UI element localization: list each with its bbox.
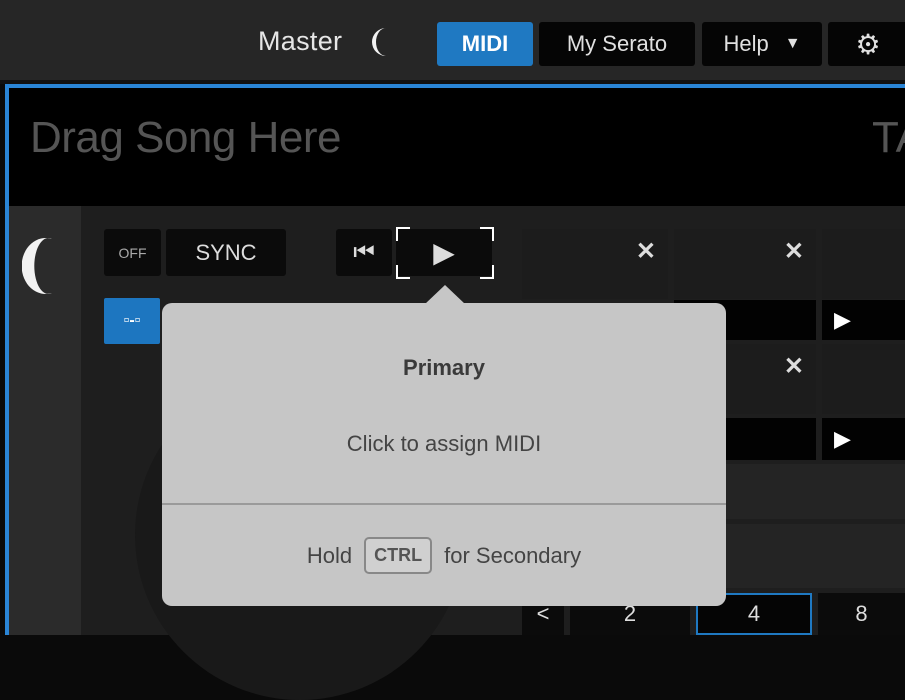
help-button[interactable]: Help ▼: [702, 22, 822, 66]
deck-right-label: TA: [872, 113, 905, 162]
midi-target-corner: [480, 265, 494, 279]
deck-volume-icon[interactable]: [22, 235, 62, 297]
popup-pointer: [425, 285, 465, 304]
midi-target-corner: [396, 265, 410, 279]
my-serato-button[interactable]: My Serato: [539, 22, 695, 66]
previous-track-button[interactable]: ⏮: [336, 229, 392, 276]
assign-midi-text: Click to assign MIDI: [346, 431, 542, 456]
cue-slot[interactable]: [822, 229, 905, 299]
chevron-down-icon: ▼: [784, 35, 801, 52]
play-icon: ▶: [433, 237, 455, 268]
off-label: OFF: [118, 244, 147, 261]
cue-slot[interactable]: ✕: [522, 229, 668, 299]
midi-button[interactable]: MIDI: [437, 22, 533, 66]
midi-target-corner: [480, 227, 494, 241]
cue-play-slot[interactable]: ▶: [822, 418, 905, 460]
help-label: Help: [723, 31, 769, 56]
midi-button-label: MIDI: [461, 31, 509, 56]
settings-button[interactable]: ⚙: [828, 22, 905, 66]
skip-back-icon: ⏮: [353, 238, 375, 266]
sync-label: SYNC: [195, 239, 257, 265]
midi-target-corner: [396, 227, 410, 241]
close-icon[interactable]: ✕: [784, 237, 804, 299]
secondary-hint: Hold CTRL for Secondary: [162, 537, 726, 574]
cue-play-slot[interactable]: ▶: [822, 300, 905, 340]
off-button[interactable]: OFF: [104, 229, 161, 276]
play-icon: ▶: [834, 307, 851, 332]
my-serato-label: My Serato: [566, 31, 668, 56]
ctrl-key: CTRL: [364, 537, 433, 574]
page-4-label: 4: [747, 601, 761, 626]
midi-assign-popup[interactable]: Primary Click to assign MIDI Hold CTRL f…: [162, 303, 726, 606]
gear-icon: ⚙: [855, 28, 881, 60]
popup-title: Primary: [403, 355, 485, 380]
link-icon: ▫‑▫: [123, 312, 141, 329]
popup-divider: [162, 503, 726, 505]
secondary-label: for Secondary: [444, 542, 582, 568]
page-button-8[interactable]: 8: [818, 593, 905, 635]
master-label: Master: [258, 26, 343, 56]
cue-slot[interactable]: ✕: [674, 229, 816, 299]
play-button[interactable]: ▶: [396, 229, 492, 276]
play-icon: ▶: [834, 426, 851, 451]
master-volume-icon[interactable]: [366, 24, 396, 60]
hold-label: Hold: [306, 542, 353, 568]
link-button[interactable]: ▫‑▫: [104, 298, 160, 344]
page-8-label: 8: [855, 601, 868, 626]
close-icon[interactable]: ✕: [784, 352, 804, 414]
cue-slot[interactable]: [822, 344, 905, 414]
sync-button[interactable]: SYNC: [166, 229, 286, 276]
drag-song-text: Drag Song Here: [30, 113, 341, 162]
close-icon[interactable]: ✕: [636, 237, 656, 299]
